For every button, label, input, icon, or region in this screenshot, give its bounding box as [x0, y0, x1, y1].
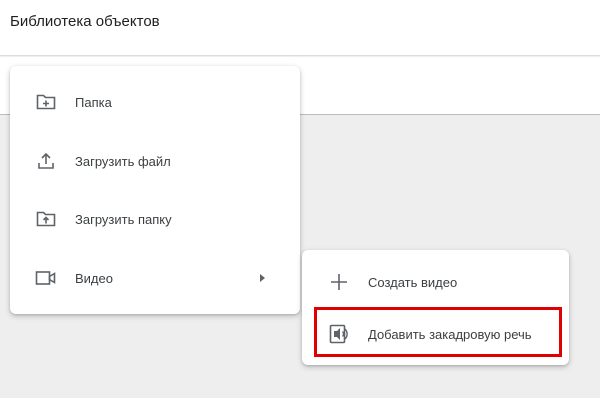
voiceover-icon — [328, 323, 350, 345]
menu-item-label: Создать видео — [368, 274, 458, 290]
library-header: Библиотека объектов — [0, 0, 600, 56]
menu-item-label: Загрузить папку — [75, 211, 172, 227]
chevron-right-icon — [260, 274, 265, 282]
plus-icon — [328, 271, 350, 293]
upload-icon — [35, 150, 57, 172]
menu-item-folder[interactable]: Папка — [10, 73, 300, 131]
menu-item-upload-file[interactable]: Загрузить файл — [10, 132, 300, 190]
menu-item-create-video[interactable]: Создать видео — [302, 253, 569, 311]
menu-item-add-voiceover[interactable]: Добавить закадровую речь — [302, 305, 569, 363]
menu-item-label: Видео — [75, 270, 113, 286]
page-title: Библиотека объектов — [10, 13, 160, 30]
video-submenu: Создать видео Добавить закадровую речь — [302, 250, 569, 365]
folder-plus-icon — [35, 91, 57, 113]
new-item-menu: Папка Загрузить файл Загрузить папку Вид… — [10, 66, 300, 314]
menu-item-label: Добавить закадровую речь — [368, 326, 532, 342]
menu-item-video[interactable]: Видео — [10, 249, 300, 307]
menu-item-label: Папка — [75, 94, 112, 110]
menu-item-upload-folder[interactable]: Загрузить папку — [10, 190, 300, 248]
menu-item-label: Загрузить файл — [75, 153, 171, 169]
video-icon — [35, 267, 57, 289]
folder-upload-icon — [35, 208, 57, 230]
